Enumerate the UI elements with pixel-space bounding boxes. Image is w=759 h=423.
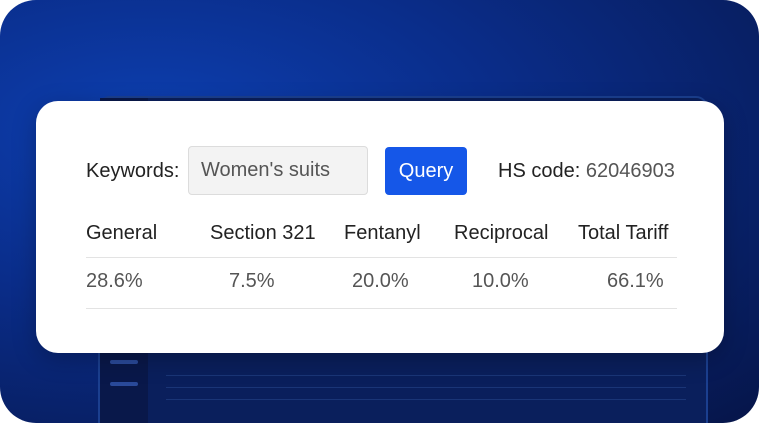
tariff-table-row: 28.6% 7.5% 20.0% 10.0% 66.1%	[86, 258, 677, 309]
header-reciprocal: Reciprocal	[454, 222, 549, 244]
hs-code: HS code: 62046903	[498, 160, 675, 183]
background-table-row	[166, 364, 686, 376]
hs-code-value: 62046903	[585, 160, 675, 182]
hs-code-label: HS code:	[498, 160, 581, 182]
value-reciprocal: 10.0%	[472, 270, 529, 292]
tariff-table-header: General Section 321 Fentanyl Reciprocal …	[86, 211, 677, 258]
header-section-321: Section 321	[210, 222, 316, 244]
value-general: 28.6%	[86, 270, 143, 292]
tariff-table: General Section 321 Fentanyl Reciprocal …	[86, 211, 677, 309]
query-button[interactable]: Query	[385, 147, 467, 195]
header-fentanyl: Fentanyl	[344, 222, 421, 244]
header-general: General	[86, 222, 158, 244]
keywords-input[interactable]: Women's suits	[188, 146, 368, 195]
background-table-row	[166, 388, 686, 400]
tariff-query-card: Keywords: Women's suits Query HS code: 6…	[36, 101, 724, 353]
background-sidebar-item	[110, 360, 138, 364]
value-fentanyl: 20.0%	[352, 270, 409, 292]
value-total-tariff: 66.1%	[607, 270, 664, 292]
value-section-321: 7.5%	[229, 270, 275, 292]
background-table	[166, 364, 686, 400]
background-sidebar-item	[110, 382, 138, 386]
background-table-row	[166, 376, 686, 388]
keywords-label: Keywords:	[86, 160, 180, 182]
header-total-tariff: Total Tariff	[578, 222, 669, 244]
